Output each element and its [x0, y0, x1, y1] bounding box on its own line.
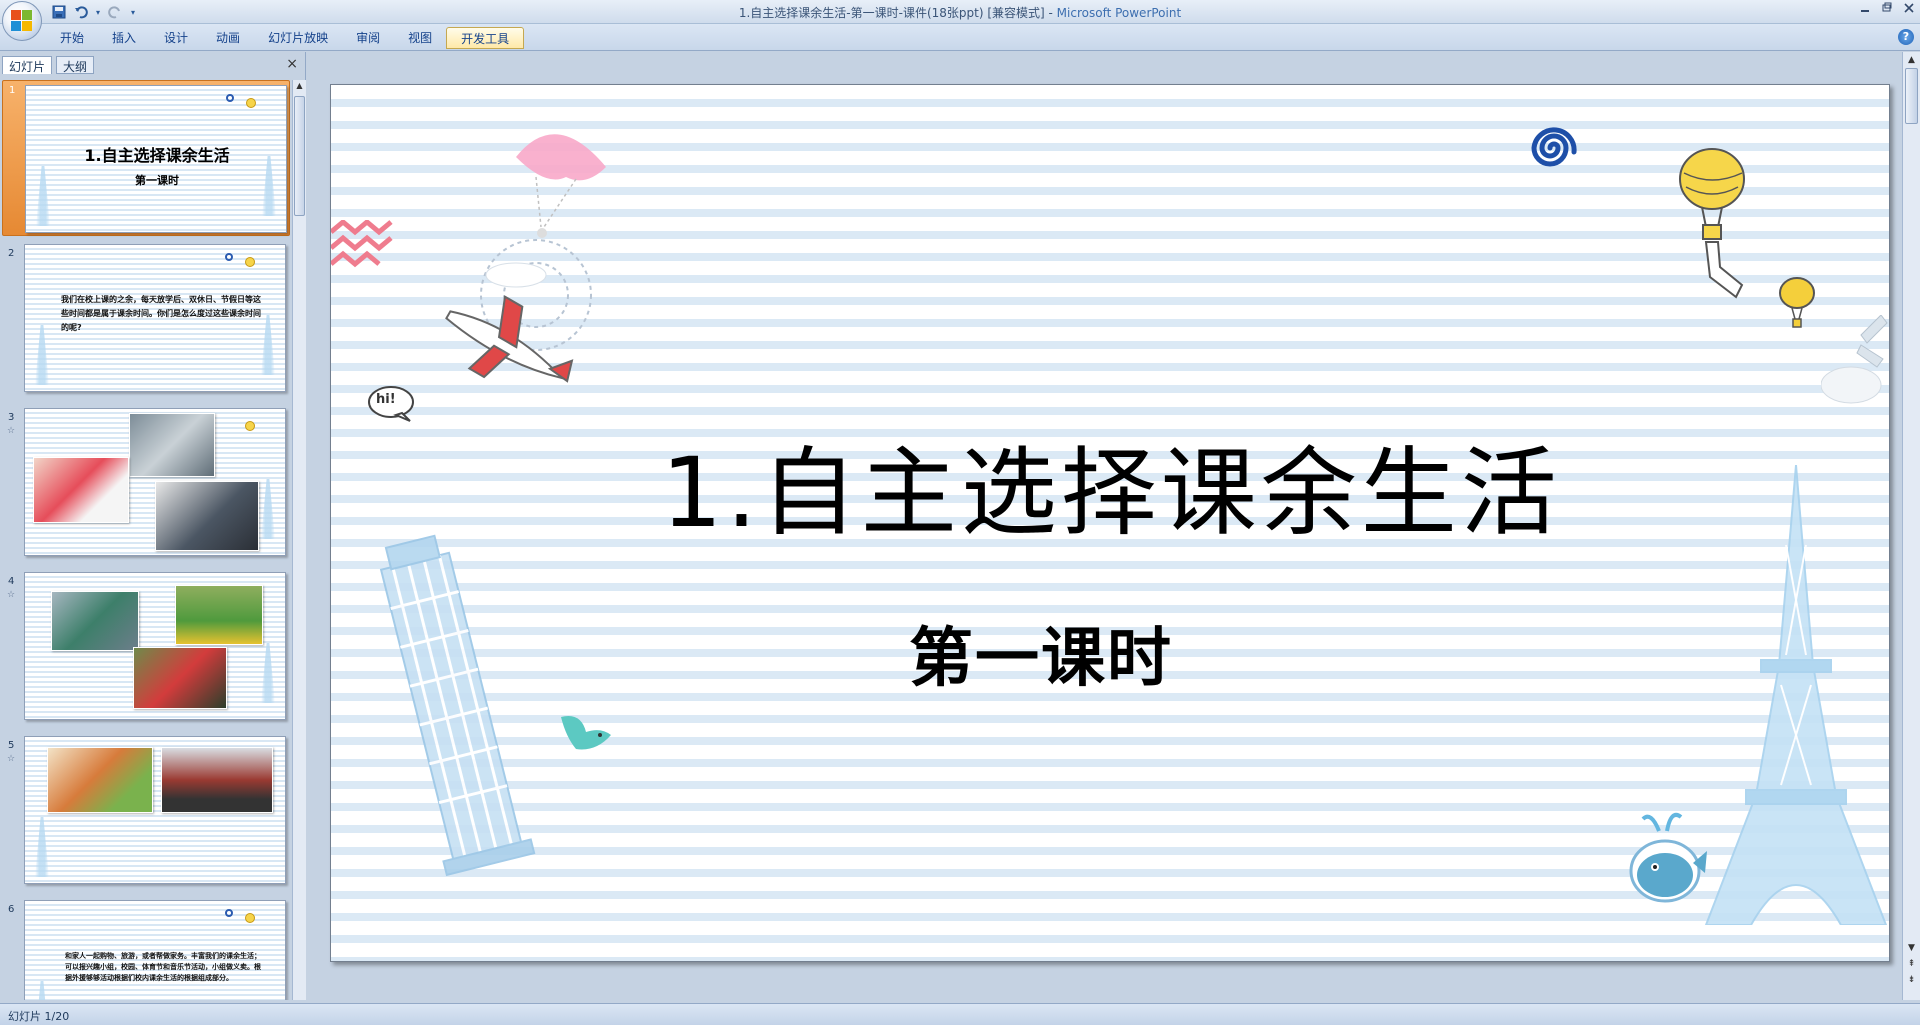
thumbnail-preview: 和家人一起购物、旅游，或者帮做家务。丰富我们的课余生活；可以报兴趣小组，校园、体… [24, 900, 286, 1000]
whale-icon [1629, 812, 1707, 903]
window-title: 1.自主选择课余生活-第一课时-课件(18张ppt) [兼容模式] - Micr… [0, 4, 1920, 21]
animation-star-icon: ☆ [7, 426, 16, 436]
close-icon[interactable] [1902, 2, 1916, 16]
scroll-up-icon[interactable]: ▲ [294, 81, 305, 93]
tab-review[interactable]: 审阅 [342, 27, 394, 49]
tab-animations[interactable]: 动画 [202, 27, 254, 49]
photo-table-tennis [51, 591, 139, 651]
app-name: Microsoft PowerPoint [1056, 6, 1182, 20]
hot-air-balloon-icon [1679, 148, 1745, 299]
status-bar: 幻灯片 1/20 [0, 1003, 1920, 1025]
thumbnail-slide-3[interactable]: 3 ☆ [2, 408, 290, 570]
animation-star-icon: ☆ [7, 754, 16, 764]
document-title: 1.自主选择课余生活-第一课时-课件(18张ppt) [兼容模式] [738, 6, 1045, 20]
previous-slide-icon[interactable]: ⇞ [1905, 958, 1918, 971]
photo-soccer [175, 585, 263, 645]
spiral-icon [225, 909, 233, 917]
title-separator: - [1044, 6, 1057, 20]
minimize-icon[interactable] [1858, 2, 1872, 16]
pane-tabs: 幻灯片 大纲 × [2, 54, 302, 74]
thumbnail-number: 3 [8, 412, 15, 423]
airplane-icon [445, 239, 592, 383]
restore-icon[interactable] [1880, 2, 1894, 16]
slide-editing-area: hi! 1.自主选择课余生活 第一课时 [312, 52, 1902, 1000]
spiral-icon [225, 253, 233, 261]
animation-star-icon: ☆ [7, 590, 16, 600]
thumbnail-number: 1 [9, 85, 16, 96]
office-logo-icon [11, 10, 33, 32]
office-button[interactable] [2, 1, 42, 41]
help-icon[interactable]: ? [1898, 29, 1914, 45]
thumbnail-preview: 我们在校上课的之余，每天放学后、双休日、节假日等这些时间都是属于课余时间。你们是… [24, 244, 286, 392]
thumbnail-slide-5[interactable]: 5 ☆ [2, 736, 290, 898]
photo-student-writing [33, 457, 129, 523]
hi-text: hi! [376, 392, 396, 407]
close-pane-icon[interactable]: × [286, 56, 298, 72]
tower-icon [35, 325, 49, 385]
photo-football-kids [133, 647, 227, 709]
tower-icon [261, 643, 275, 703]
bird-icon [561, 716, 611, 750]
tab-slideshow[interactable]: 幻灯片放映 [254, 27, 342, 49]
scrollbar-thumb[interactable] [1905, 68, 1918, 124]
tower-icon [35, 817, 49, 877]
photo-shopping [47, 747, 153, 813]
current-slide[interactable]: hi! 1.自主选择课余生活 第一课时 [330, 84, 1890, 962]
thumbnail-text: 我们在校上课的之余，每天放学后、双休日、节假日等这些时间都是属于课余时间。你们是… [61, 295, 261, 332]
slides-pane: 幻灯片 大纲 × 1 1.自主选择课余生活 第一课时 2 我们在校上课的之余，每… [0, 52, 306, 1000]
tab-home[interactable]: 开始 [46, 27, 98, 49]
tower-icon [261, 315, 275, 375]
slide-scrollbar[interactable]: ▲ ▼ ⇞ ⇟ [1902, 52, 1920, 1000]
ribbon: 开始 插入 设计 动画 幻灯片放映 审阅 视图 开发工具 ? [0, 24, 1920, 51]
thumbnail-scrollbar[interactable]: ▲ [292, 80, 306, 1000]
balloon-icon [245, 913, 255, 923]
thumbnail-slide-4[interactable]: 4 ☆ [2, 572, 290, 734]
thumbnail-number: 2 [8, 248, 15, 259]
thumbnail-number: 5 [8, 740, 15, 751]
thumbnail-preview: 1.自主选择课余生活 第一课时 [25, 85, 287, 233]
balloon-icon [246, 98, 256, 108]
windmill-icon [1821, 315, 1888, 404]
scrollbar-thumb[interactable] [294, 96, 305, 216]
next-slide-icon[interactable]: ⇟ [1905, 974, 1918, 987]
slide-title[interactable]: 1.自主选择课余生活 [331, 415, 1889, 554]
tab-slides[interactable]: 幻灯片 [2, 56, 53, 74]
title-bar: ▾ ▾ 1.自主选择课余生活-第一课时-课件(18张ppt) [兼容模式] - … [0, 0, 1920, 24]
thumbnail-preview [24, 736, 286, 884]
thumbnail-number: 4 [8, 576, 15, 587]
tower-icon [261, 479, 275, 539]
photo-classroom [129, 413, 215, 477]
tab-developer[interactable]: 开发工具 [446, 27, 525, 49]
slide-indicator: 幻灯片 1/20 [8, 1010, 70, 1023]
window-controls [1858, 2, 1916, 16]
thumbnail-title: 1.自主选择课余生活 [84, 146, 230, 165]
spiral-icon [226, 94, 234, 102]
thumbnail-slide-2[interactable]: 2 我们在校上课的之余，每天放学后、双休日、节假日等这些时间都是属于课余时间。你… [2, 244, 290, 406]
spiral-icon [1531, 127, 1577, 167]
tab-insert[interactable]: 插入 [98, 27, 150, 49]
tab-design[interactable]: 设计 [150, 27, 202, 49]
small-balloon-icon [1779, 277, 1815, 328]
tower-icon [35, 981, 49, 1000]
balloon-icon [245, 421, 255, 431]
thumbnail-number: 6 [8, 904, 15, 915]
thumbnail-slide-6[interactable]: 6 和家人一起购物、旅游，或者帮做家务。丰富我们的课余生活；可以报兴趣小组，校园… [2, 900, 290, 1000]
thumbnail-preview [24, 572, 286, 720]
scroll-up-icon[interactable]: ▲ [1905, 54, 1918, 67]
thumbnail-text: 和家人一起购物、旅游，或者帮做家务。丰富我们的课余生活；可以报兴趣小组，校园、体… [65, 952, 261, 982]
ribbon-tabs: 开始 插入 设计 动画 幻灯片放映 审阅 视图 开发工具 [46, 27, 525, 49]
thumbnail-subtitle: 第一课时 [135, 174, 179, 187]
balloon-icon [245, 257, 255, 267]
tab-outline[interactable]: 大纲 [56, 56, 95, 74]
thumbnail-slide-1[interactable]: 1 1.自主选择课余生活 第一课时 [2, 80, 290, 236]
leaning-tower-icon [379, 534, 536, 877]
scroll-down-icon[interactable]: ▼ [1905, 942, 1918, 955]
photo-piano [155, 481, 259, 551]
thumbnail-preview [24, 408, 286, 556]
photo-travel [161, 747, 273, 813]
zigzag-icon [331, 220, 393, 268]
slide-subtitle[interactable]: 第一课时 [331, 607, 1751, 699]
thumbnail-list: 1 1.自主选择课余生活 第一课时 2 我们在校上课的之余，每天放学后、双休日、… [2, 80, 290, 1000]
tab-view[interactable]: 视图 [394, 27, 446, 49]
